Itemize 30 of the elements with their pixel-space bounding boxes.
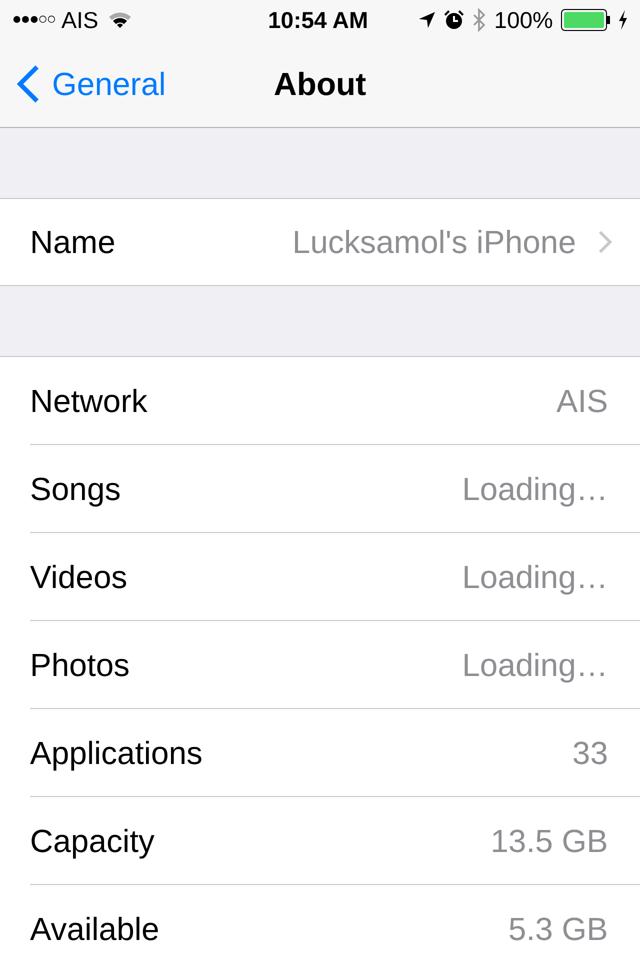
row-label: Photos bbox=[30, 646, 130, 684]
row-value: 13.5 GB bbox=[490, 822, 608, 860]
row-value: 33 bbox=[572, 734, 608, 772]
charging-bolt-icon bbox=[618, 10, 628, 30]
battery-percentage: 100% bbox=[494, 6, 553, 35]
carrier-name: AIS bbox=[61, 6, 98, 35]
back-chevron-icon bbox=[16, 64, 40, 102]
row-value: 5.3 GB bbox=[508, 910, 608, 949]
row-label: Network bbox=[30, 382, 148, 420]
row-label: Capacity bbox=[30, 822, 154, 861]
row-label: Available bbox=[30, 910, 160, 949]
location-arrow-icon bbox=[418, 11, 436, 29]
row-label: Applications bbox=[30, 734, 203, 773]
back-button[interactable]: General bbox=[0, 60, 166, 108]
row-value: Loading… bbox=[462, 558, 608, 597]
name-row[interactable]: Name Lucksamol's iPhone bbox=[0, 198, 640, 286]
wifi-icon bbox=[108, 11, 132, 29]
alarm-clock-icon bbox=[444, 10, 464, 30]
row-label: Name bbox=[30, 223, 116, 262]
row-label: Videos bbox=[30, 558, 128, 596]
row-value: Loading… bbox=[462, 470, 608, 509]
screen-title: About bbox=[272, 64, 368, 104]
clock-time: 10:54 AM bbox=[268, 6, 368, 35]
row-value: Lucksamol's iPhone bbox=[292, 223, 576, 262]
row-value: AIS bbox=[556, 382, 608, 420]
chevron-right-icon bbox=[598, 230, 612, 254]
battery-icon bbox=[561, 9, 610, 31]
signal-strength: ●●●○○ bbox=[12, 10, 56, 30]
row-label: Songs bbox=[30, 470, 121, 509]
row-value: Loading… bbox=[462, 646, 608, 685]
